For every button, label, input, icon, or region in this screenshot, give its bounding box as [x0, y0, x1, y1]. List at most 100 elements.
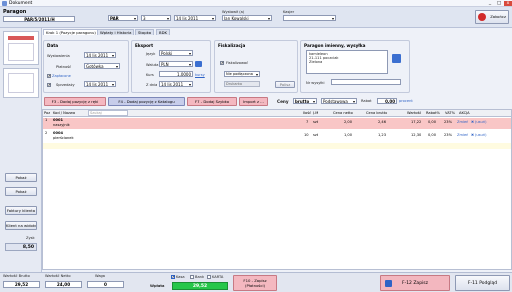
edit-link[interactable]: Zmień	[457, 120, 468, 124]
payment-label: Wpłata	[150, 284, 165, 288]
col-vat: VAT%	[445, 111, 456, 115]
delete-link[interactable]: (usuń)	[475, 120, 487, 124]
receipt-address-box[interactable]: kamieleon 21-111 poczciak Zielona	[306, 50, 388, 74]
close-label: Zakończ	[490, 14, 506, 19]
delete-icon[interactable]: ✖	[471, 120, 474, 124]
sale-date-checkbox[interactable]: ✔	[47, 83, 51, 87]
rates-link[interactable]: kursy	[195, 73, 205, 77]
kasa-button[interactable]: Polisz	[275, 81, 295, 88]
preview-button[interactable]: F-11 Podgląd	[455, 275, 510, 291]
template-preview-2[interactable]	[3, 68, 39, 98]
receipt-panel-title: Paragon imienny, wysyłka	[304, 43, 366, 48]
payment-label: Płatność	[56, 65, 72, 69]
edit-link[interactable]: Zmień	[457, 133, 468, 137]
preview-page-2	[8, 73, 34, 93]
preview-bar	[8, 36, 34, 40]
doc-date-picker[interactable]: 14 lis 2011	[174, 15, 216, 21]
minimize-button[interactable]: _	[486, 1, 494, 6]
rate-date-picker[interactable]: 14 lis 2011	[159, 81, 193, 87]
shipment-number-field[interactable]	[331, 79, 401, 85]
row-value: 17,22	[411, 120, 422, 124]
col-unit: J.M	[313, 111, 319, 115]
col-gross: Cena brutto	[366, 111, 388, 115]
grid-search-input[interactable]: Szukaj	[88, 110, 128, 116]
fiscal-label: Fiskalizować	[226, 61, 249, 65]
tab-footer[interactable]: Stopka	[135, 29, 155, 35]
card-label: KARTA	[212, 275, 224, 279]
cash-label: Kasa	[176, 275, 185, 279]
template-preview-1[interactable]	[3, 31, 39, 65]
net-total-value: 24,00	[45, 281, 82, 288]
language-label: Język	[146, 52, 156, 56]
document-header: Paragon PAR/5/2011/H PAR 3 14 lis 2011 W…	[0, 7, 512, 28]
maximize-button[interactable]: □	[495, 1, 503, 6]
close-window-button[interactable]: x	[504, 1, 512, 6]
add-catalog-item-button[interactable]: F4 - Dodaj pozycję z Katalogu	[108, 97, 185, 106]
table-row[interactable]: 2 0004 pierścionek 10 szt 1,00 1,23 12,3…	[43, 131, 511, 142]
show-button-2[interactable]: Pokaż	[5, 187, 37, 196]
col-qty: Ilość	[303, 111, 312, 115]
gross-total-label: Wartość Brutto	[3, 274, 30, 278]
delete-icon[interactable]: ✖	[471, 133, 474, 137]
client-book-icon[interactable]	[392, 54, 401, 63]
row-vat: 23%	[444, 133, 452, 137]
discount-label: Rabat	[361, 99, 372, 103]
col-discount: Rabat%	[426, 111, 440, 115]
payment-select[interactable]: Gotówka	[84, 63, 120, 69]
row-net: 2,00	[344, 120, 353, 124]
row-gross: 1,23	[378, 133, 387, 137]
issuer-select[interactable]: Jan Kowalski	[222, 15, 272, 21]
doc-type: Paragon	[3, 9, 27, 15]
cashier-select[interactable]	[283, 15, 336, 21]
window-title: Dokument	[9, 1, 33, 6]
price-type-select[interactable]: Podstawowa	[321, 98, 357, 104]
save-payments-button[interactable]: F10 - Zapisz (Płatności)	[233, 275, 277, 291]
payment-value[interactable]: 29,52	[172, 282, 228, 290]
shipment-number-label: Nr wysyłki	[306, 81, 325, 85]
fiscal-status-select[interactable]: Nie podłączona	[224, 71, 260, 77]
number-stepper[interactable]: 3	[141, 15, 171, 21]
save-label: F-12 Zapisz	[401, 281, 429, 286]
currency-select[interactable]: PLN	[159, 61, 193, 67]
client-view-button[interactable]: Klient na widoku	[5, 221, 37, 230]
series-select[interactable]: PAR	[108, 15, 138, 21]
prices-mode-select[interactable]: brutto	[293, 98, 317, 104]
rate-field[interactable]: 1,0000	[159, 71, 193, 77]
delete-link[interactable]: (usuń)	[475, 133, 487, 137]
weight-label: Waga	[95, 274, 106, 278]
sale-date-label: Sprzedaży	[56, 83, 75, 87]
save-button[interactable]: F-12 Zapisz	[380, 275, 450, 291]
issue-date-picker[interactable]: 14 lis 2011	[84, 52, 116, 58]
discount-field[interactable]: 0,00	[377, 98, 397, 104]
tab-bdk[interactable]: BDK	[156, 29, 171, 35]
fiscal-checkbox[interactable]: ✔	[220, 61, 224, 65]
sale-date-picker[interactable]: 14 lis 2011	[84, 81, 116, 87]
col-poz: Poz	[44, 111, 51, 115]
close-document-button[interactable]: Zakończ	[475, 10, 509, 24]
bank-checkbox[interactable]	[190, 275, 194, 279]
paid-checkbox[interactable]: ✔	[47, 74, 51, 78]
tab-items[interactable]: Krok 1 (Pozycje paragonu)	[43, 29, 99, 35]
export-panel: Eksport Język Polski Waluta PLN Kurs 1,0…	[131, 40, 211, 93]
tab-payments[interactable]: Wpłaty i Historia	[97, 29, 135, 35]
language-select[interactable]: Polski	[159, 50, 193, 56]
add-manual-item-button[interactable]: F3 - Dodaj pozycję z ręki	[44, 97, 106, 106]
client-invoices-button[interactable]: Faktury klienta	[5, 206, 37, 215]
preview-page	[8, 43, 34, 61]
add-quick-button[interactable]: F7 - Dodaj Szybko	[187, 97, 237, 106]
row-value: 12,30	[411, 133, 422, 137]
card-checkbox[interactable]	[207, 275, 211, 279]
items-grid: Poz Kod / Nazwa Szukaj Ilość J.M Cena ne…	[42, 109, 512, 270]
paid-label: Zapłacone	[52, 74, 71, 78]
new-item-row[interactable]	[43, 143, 511, 149]
show-button-1[interactable]: Pokaż	[5, 173, 37, 182]
data-panel: Data Wystawienia 14 lis 2011 Płatność Go…	[43, 40, 129, 93]
doc-number-field[interactable]: PAR/5/2011/H	[3, 16, 75, 22]
row-qty: 10	[304, 133, 309, 137]
fiscal-panel: Fiskalizacja ✔ Fiskalizować Nie podłączo…	[214, 40, 298, 93]
cash-checkbox[interactable]: ✔	[171, 275, 175, 279]
cashier-label: Kasjer	[283, 10, 295, 14]
currency-list-icon[interactable]	[195, 61, 202, 67]
table-row[interactable]: 1 0001 naszyjnik 7 szt 2,00 2,46 17,22 0…	[43, 118, 511, 129]
import-button[interactable]: Import z ...	[239, 97, 268, 106]
